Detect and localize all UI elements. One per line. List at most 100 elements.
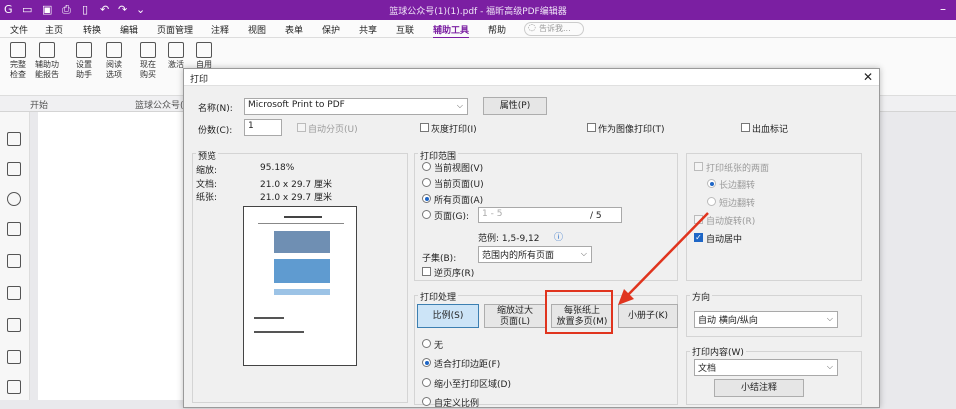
activate-button[interactable]: 激活 [161,42,191,70]
grayscale-label: 灰度打印(I) [431,125,477,135]
signature-icon[interactable] [7,318,21,332]
subset-label: 子集(B): [422,254,457,264]
menu-convert[interactable]: 转换 [83,23,101,36]
info-icon[interactable]: ⓘ [554,230,563,243]
chevron-down-icon: ⌵ [580,249,587,258]
reading-options-button[interactable]: 阅读 选项 [99,42,129,80]
menu-view[interactable]: 视图 [248,23,266,36]
current-page-radio[interactable] [422,178,431,187]
properties-button[interactable]: 属性(P) [483,97,547,115]
lock-icon[interactable] [7,286,21,300]
chevron-down-icon: ⌵ [456,101,463,110]
preview-image-1 [274,231,330,253]
subset-select[interactable]: 范围内的所有页面 ⌵ [478,246,592,263]
document-page-area [38,112,183,400]
menu-protect[interactable]: 保护 [322,23,340,36]
zoom-label: 缩放: [196,166,218,176]
layers-icon[interactable] [7,222,21,236]
tools-icon[interactable] [7,380,21,394]
setup-assistant-icon [76,42,92,58]
menu-page-manage[interactable]: 页面管理 [157,23,193,36]
summarize-comments-button[interactable]: 小结注释 [714,379,804,397]
report-label: 辅助功 能报告 [35,60,59,79]
reverse-order-label: 逆页序(R) [434,269,475,279]
paper-size-label: 纸张: [196,193,218,203]
print-dialog: 打印 ✕ 名称(N): Microsoft Print to PDF ⌵ 属性(… [183,68,880,409]
preview-header: 预览 [196,149,219,162]
doc-size-value: 21.0 x 29.7 厘米 [260,180,332,190]
pages-icon[interactable] [7,162,21,176]
activate-label: 激活 [168,60,184,69]
print-as-image-checkbox[interactable] [587,123,596,132]
self-use-button[interactable]: 自用 [189,42,219,70]
menu-connect[interactable]: 互联 [396,23,414,36]
bleed-marks-checkbox[interactable] [741,123,750,132]
comments-icon[interactable] [7,192,21,206]
reading-label: 阅读 选项 [106,60,122,79]
left-sidebar [0,112,30,400]
preview-image-3 [274,289,330,295]
shrink-radio[interactable] [422,378,431,387]
menu-accessibility[interactable]: 辅助工具 [433,23,470,39]
print-as-image-label: 作为图像打印(T) [598,125,665,135]
buy-label: 现在 购买 [140,60,156,79]
print-content-header: 打印内容(W) [690,345,746,358]
buy-now-button[interactable]: 现在 购买 [133,42,163,80]
menu-file[interactable]: 文件 [10,23,28,36]
tab-start[interactable]: 开始 [30,98,48,111]
pages-radio[interactable] [422,210,431,219]
collate-label: 自动分页(U) [308,125,358,135]
orientation-select[interactable]: 自动 横向/纵向 ⌵ [694,311,838,328]
none-label: 无 [434,341,444,351]
minimize-icon[interactable]: – [940,2,946,16]
fit-margins-radio[interactable] [422,358,431,367]
menu-edit[interactable]: 编辑 [120,23,138,36]
menu-comment[interactable]: 注释 [211,23,229,36]
accessibility-report-button[interactable]: 辅助功 能报告 [32,42,62,80]
tab-fit-large-pages[interactable]: 缩放过大 页面(L) [484,304,546,328]
print-content-select[interactable]: 文档 ⌵ [694,359,838,376]
full-check-label: 完整 检查 [10,60,26,79]
preview-footer-line [254,331,304,333]
dialog-title-bar: 打印 ✕ [184,69,879,86]
grayscale-checkbox[interactable] [420,123,429,132]
orientation-select-value: 自动 横向/纵向 [698,316,758,326]
lightbulb-icon: ◌ [528,23,536,33]
copies-input[interactable]: 1 [244,119,282,136]
print-handling-header: 打印处理 [418,290,459,303]
bookmark-icon[interactable] [7,132,21,146]
attachment-icon[interactable] [7,254,21,268]
two-sided-checkbox[interactable] [694,162,703,171]
report-icon [39,42,55,58]
setup-assistant-button[interactable]: 设置 助手 [69,42,99,80]
collate-checkbox[interactable] [297,123,306,132]
long-edge-radio[interactable] [707,179,716,188]
none-radio[interactable] [422,339,431,348]
menu-form[interactable]: 表单 [285,23,303,36]
menu-help[interactable]: 帮助 [488,23,506,36]
reading-options-icon [106,42,122,58]
current-page-label: 当前页面(U) [434,180,484,190]
menu-bar: 文件 主页 转换 编辑 页面管理 注释 视图 表单 保护 共享 互联 辅助工具 … [0,20,956,39]
printer-select[interactable]: Microsoft Print to PDF ⌵ [244,98,468,115]
menu-share[interactable]: 共享 [359,23,377,36]
shrink-label: 缩小至打印区域(D) [434,380,511,390]
document-icon[interactable] [7,350,21,364]
chevron-down-icon: ⌵ [826,362,833,371]
custom-scale-radio[interactable] [422,397,431,406]
short-edge-radio[interactable] [707,197,716,206]
short-edge-label: 短边翻转 [719,199,756,209]
custom-scale-label: 自定义比例 [434,399,480,409]
setup-label: 设置 助手 [76,60,92,79]
full-check-button[interactable]: 完整 检查 [3,42,33,80]
menu-home[interactable]: 主页 [45,23,63,36]
long-edge-label: 长边翻转 [719,181,756,191]
current-view-radio[interactable] [422,162,431,171]
reverse-order-checkbox[interactable] [422,267,431,276]
all-pages-radio[interactable] [422,194,431,203]
preview-image-2 [274,259,330,283]
close-icon[interactable]: ✕ [863,70,873,84]
print-content-value: 文档 [698,364,717,374]
pages-label: 页面(G): [434,212,470,222]
tab-scale[interactable]: 比例(S) [417,304,479,328]
